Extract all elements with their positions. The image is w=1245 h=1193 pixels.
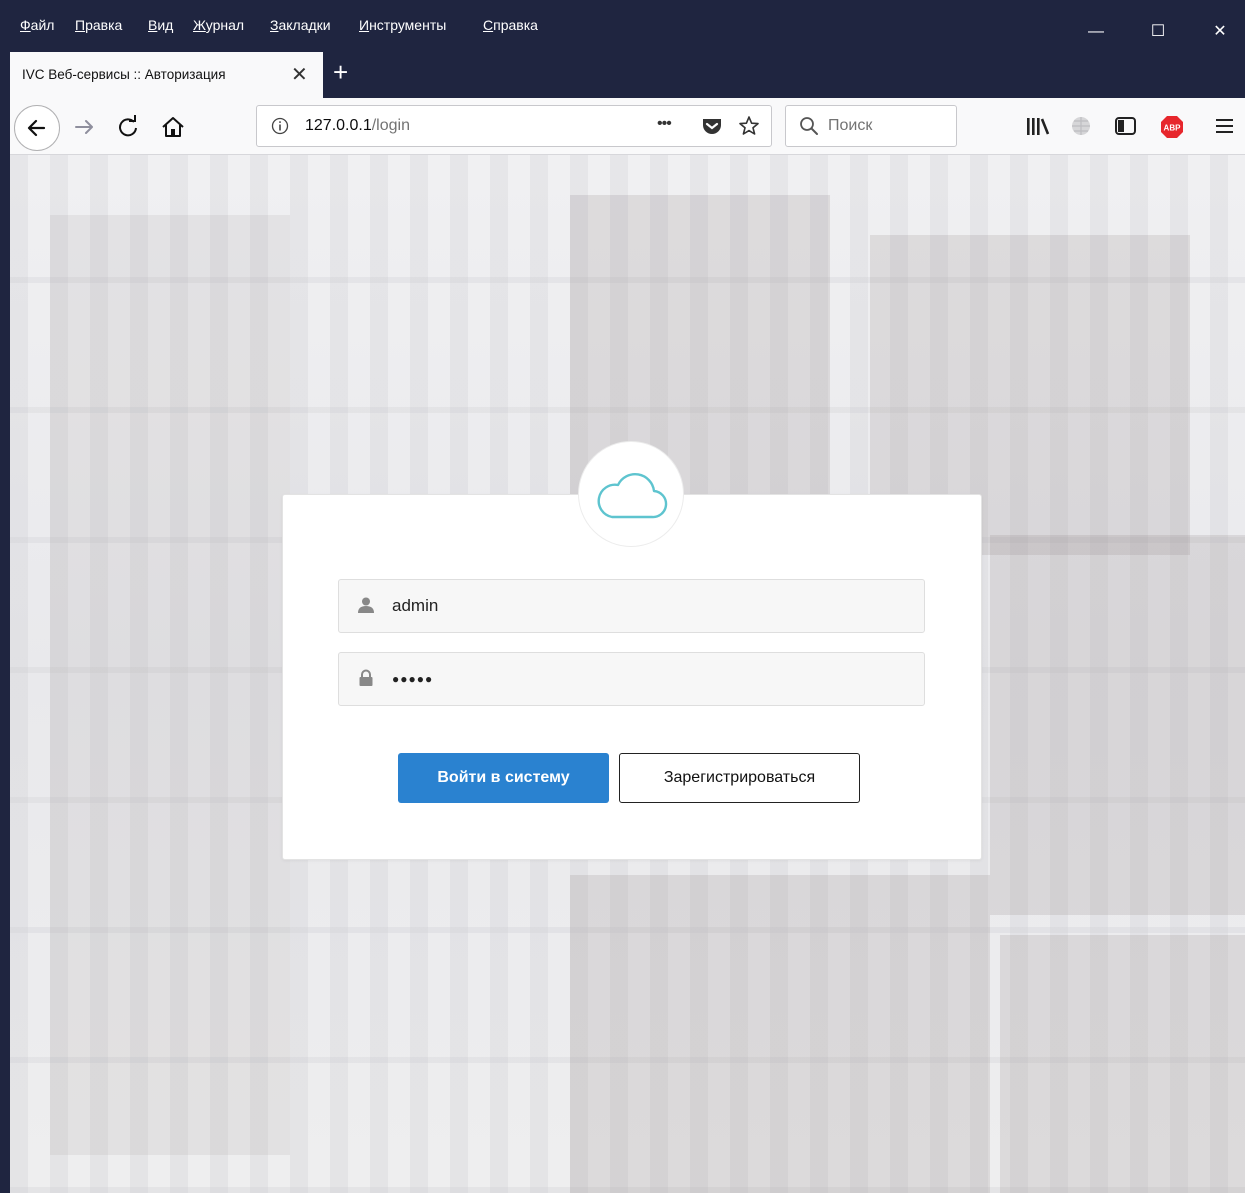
info-icon[interactable] <box>271 117 289 135</box>
tab-active[interactable]: IVC Веб-сервисы :: Авторизация ✕ <box>10 52 323 98</box>
close-window-button[interactable]: ✕ <box>1206 18 1234 46</box>
home-icon <box>162 117 184 137</box>
menu-edit[interactable]: Правка <box>75 17 122 33</box>
new-tab-button[interactable]: + <box>333 57 348 88</box>
search-icon <box>800 117 818 135</box>
cloud-icon <box>597 473 668 519</box>
minimize-button[interactable]: — <box>1082 18 1110 46</box>
menu-view[interactable]: Вид <box>148 17 173 33</box>
arrow-left-icon <box>27 119 46 137</box>
page-actions-icon[interactable]: ••• <box>657 115 672 133</box>
forward-button[interactable] <box>72 114 98 145</box>
user-icon <box>358 597 374 613</box>
hamburger-menu-icon[interactable] <box>1214 116 1236 136</box>
background-shelf <box>570 875 990 1193</box>
reload-button[interactable] <box>115 114 141 145</box>
url-text[interactable]: 127.0.0.1/login <box>305 117 410 135</box>
url-path: /login <box>371 117 410 134</box>
url-bar[interactable]: 127.0.0.1/login ••• <box>256 105 772 147</box>
menu-bookmarks[interactable]: Закладки <box>270 17 331 33</box>
username-value: admin <box>392 596 439 615</box>
back-button[interactable] <box>14 105 60 151</box>
logo-circle <box>578 441 684 547</box>
arrow-right-icon <box>75 120 93 134</box>
reload-icon <box>119 115 137 137</box>
search-placeholder: Поиск <box>828 117 873 134</box>
background-shelf <box>990 535 1245 915</box>
tab-title: IVC Веб-сервисы :: Авторизация <box>22 67 226 82</box>
search-bar[interactable]: Поиск <box>785 105 957 147</box>
password-field[interactable]: ●●●●● <box>338 652 925 706</box>
background-shelf <box>50 215 290 1155</box>
lock-icon <box>359 669 373 686</box>
library-icon[interactable] <box>1025 115 1051 139</box>
pocket-icon[interactable] <box>701 116 723 136</box>
window-frame <box>0 98 10 1193</box>
login-button[interactable]: Войти в систему <box>398 753 609 803</box>
menu-help[interactable]: Справка <box>483 17 538 33</box>
sidebar-icon[interactable] <box>1114 115 1138 137</box>
adblock-icon[interactable]: ABP <box>1159 114 1185 140</box>
register-button[interactable]: Зарегистрироваться <box>619 753 860 803</box>
url-host: 127.0.0.1 <box>305 117 372 134</box>
password-value: ●●●●● <box>392 672 434 686</box>
menu-file[interactable]: Файл <box>20 17 54 33</box>
username-field[interactable]: admin <box>338 579 925 633</box>
home-button[interactable] <box>160 114 186 145</box>
menu-tools[interactable]: Инструменты <box>359 17 446 33</box>
svg-text:ABP: ABP <box>1164 124 1182 133</box>
star-bookmark-icon[interactable] <box>738 115 760 137</box>
menu-bar: Файл Правка Вид Журнал Закладки Инструме… <box>0 0 1245 52</box>
background-shelf <box>1000 935 1245 1193</box>
menu-history[interactable]: Журнал <box>193 17 244 33</box>
tab-close-icon[interactable]: ✕ <box>291 62 308 87</box>
maximize-button[interactable]: ☐ <box>1144 18 1172 46</box>
globe-icon[interactable] <box>1069 114 1093 138</box>
